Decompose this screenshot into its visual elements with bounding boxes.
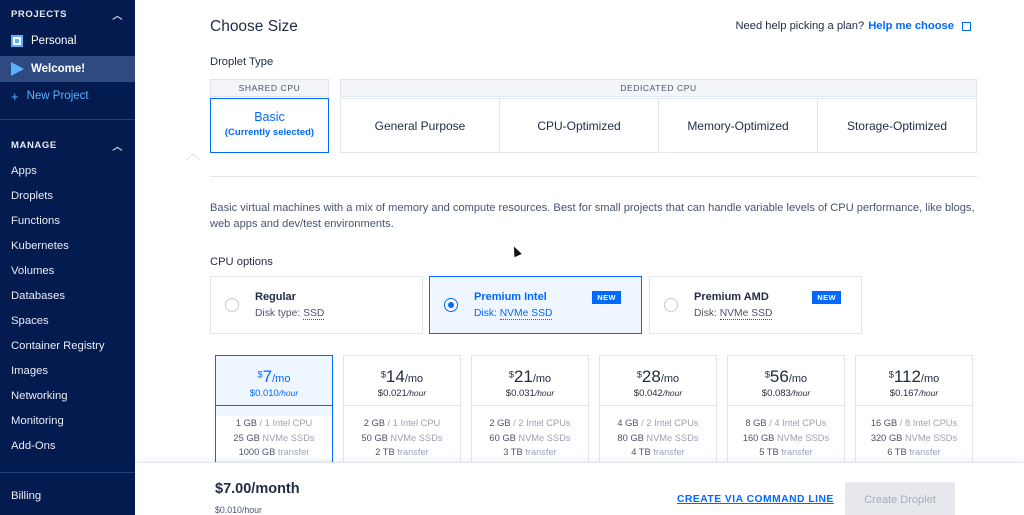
plan-hourly: $0.031/hour bbox=[505, 388, 555, 399]
type-general-purpose[interactable]: General Purpose bbox=[340, 98, 500, 153]
plan-hourly: $0.010/hour bbox=[249, 388, 299, 399]
plan-hourly: $0.083/hour bbox=[761, 388, 811, 399]
plan-specs: 2 GB / 1 Intel CPU 50 GB NVMe SSDs 2 TB tr… bbox=[361, 418, 443, 458]
project-square-icon bbox=[11, 35, 23, 47]
plan-specs: 2 GB / 2 Intel CPUs 60 GB NVMe SSDs 3 TB t… bbox=[489, 418, 571, 458]
droplet-type-heading: Droplet Type bbox=[210, 56, 274, 68]
plus-icon: + bbox=[11, 88, 19, 104]
sidebar-item-databases[interactable]: Databases bbox=[11, 290, 65, 302]
sidebar-item-droplets[interactable]: Droplets bbox=[11, 190, 53, 202]
sidebar-item-networking[interactable]: Networking bbox=[11, 390, 68, 402]
projects-heading[interactable]: PROJECTS ︿ bbox=[0, 7, 135, 22]
sidebar-item-images[interactable]: Images bbox=[11, 365, 48, 377]
plan-price: $14/mo bbox=[380, 367, 424, 386]
plan-card[interactable]: $28/mo $0.042/hour 4 GB / 2 Intel CPUs 80 G… bbox=[599, 355, 717, 465]
type-storage-optimized[interactable]: Storage-Optimized bbox=[817, 98, 977, 153]
main-content: Choose Size Need help picking a plan? He… bbox=[135, 0, 1024, 515]
plan-card[interactable]: $112/mo $0.167/hour 16 GB / 8 Intel CPUs 32… bbox=[855, 355, 973, 465]
chevron-up-icon: ︿ bbox=[112, 11, 123, 22]
help-me-choose-link[interactable]: Help me choose bbox=[868, 20, 954, 32]
sidebar-divider bbox=[0, 119, 135, 120]
mouse-cursor-icon bbox=[510, 244, 522, 258]
plan-price: $56/mo bbox=[764, 367, 808, 386]
chevron-up-icon: ︿ bbox=[112, 142, 123, 153]
radio-button[interactable] bbox=[225, 298, 239, 312]
sidebar-item-container-registry[interactable]: Container Registry bbox=[11, 340, 105, 352]
plan-price: $28/mo bbox=[636, 367, 680, 386]
project-welcome[interactable]: Welcome! bbox=[0, 56, 135, 82]
new-badge: NEW bbox=[592, 291, 621, 304]
project-personal[interactable]: Personal bbox=[0, 28, 135, 54]
plan-divider bbox=[472, 405, 588, 406]
sidebar-divider bbox=[0, 472, 135, 473]
plan-divider bbox=[216, 405, 332, 406]
plan-divider bbox=[856, 405, 972, 406]
new-project-link[interactable]: + New Project bbox=[0, 83, 135, 109]
dedicated-cpu-label: DEDICATED CPU bbox=[340, 79, 977, 97]
footer-bar: $7.00/month $0.010/hour CREATE VIA COMMA… bbox=[135, 462, 1024, 515]
plan-specs: 4 GB / 2 Intel CPUs 80 GB NVMe SSDs 4 TB t… bbox=[617, 418, 699, 458]
plan-card[interactable]: $7/mo $0.010/hour 1 GB / 1 Intel CPU 25 GB … bbox=[215, 355, 333, 465]
sidebar: PROJECTS ︿ Personal Welcome! + New Proje… bbox=[0, 0, 135, 515]
plan-hourly: $0.042/hour bbox=[633, 388, 683, 399]
sidebar-item-add-ons[interactable]: Add-Ons bbox=[11, 440, 56, 452]
total-hourly: $0.010/hour bbox=[215, 505, 262, 515]
cpu-option-premium-amd[interactable]: Premium AMD Disk: NVMe SSD NEW bbox=[649, 276, 862, 334]
sidebar-item-spaces[interactable]: Spaces bbox=[11, 315, 49, 327]
plan-price: $7/mo bbox=[257, 367, 291, 386]
section-divider bbox=[210, 176, 977, 177]
plan-specs: 8 GB / 4 Intel CPUs 160 GB NVMe SSDs 5 TB … bbox=[742, 418, 830, 458]
plan-divider bbox=[344, 405, 460, 406]
new-badge: NEW bbox=[812, 291, 841, 304]
manage-heading[interactable]: MANAGE ︿ bbox=[0, 138, 135, 153]
shared-cpu-group: SHARED CPU Basic (Currently selected) bbox=[210, 79, 329, 154]
radio-button[interactable] bbox=[664, 298, 678, 312]
create-via-command-line-link[interactable]: CREATE VIA COMMAND LINE bbox=[677, 494, 834, 505]
cpu-option-regular[interactable]: Regular Disk type: SSD bbox=[210, 276, 423, 334]
radio-button-selected[interactable] bbox=[444, 298, 458, 312]
selection-notch bbox=[185, 152, 201, 168]
plan-specs: 1 GB / 1 Intel CPU 25 GB NVMe SSDs 1000 GB… bbox=[216, 416, 332, 460]
sidebar-item-monitoring[interactable]: Monitoring bbox=[11, 415, 64, 427]
external-link-icon bbox=[962, 21, 971, 31]
sidebar-item-functions[interactable]: Functions bbox=[11, 215, 60, 227]
plan-card[interactable]: $21/mo $0.031/hour 2 GB / 2 Intel CPUs 60 G… bbox=[471, 355, 589, 465]
sidebar-item-kubernetes[interactable]: Kubernetes bbox=[11, 240, 69, 252]
type-cpu-optimized[interactable]: CPU-Optimized bbox=[499, 98, 659, 153]
plan-card[interactable]: $56/mo $0.083/hour 8 GB / 4 Intel CPUs 160 … bbox=[727, 355, 845, 465]
plan-card[interactable]: $14/mo $0.021/hour 2 GB / 1 Intel CPU 50 GB… bbox=[343, 355, 461, 465]
total-price: $7.00/month bbox=[215, 481, 300, 497]
plan-divider bbox=[600, 405, 716, 406]
help-text: Need help picking a plan? Help me choose bbox=[735, 20, 971, 32]
cpu-option-premium-intel[interactable]: Premium Intel Disk: NVMe SSD NEW bbox=[429, 276, 642, 334]
play-icon bbox=[11, 62, 24, 76]
plan-specs: 16 GB / 8 Intel CPUs 320 GB NVMe SSDs 6 TB… bbox=[870, 418, 958, 458]
sidebar-item-volumes[interactable]: Volumes bbox=[11, 265, 54, 277]
create-droplet-button[interactable]: Create Droplet bbox=[845, 482, 955, 515]
plan-price: $112/mo bbox=[888, 367, 940, 386]
sidebar-item-apps[interactable]: Apps bbox=[11, 165, 37, 177]
dedicated-cpu-group: DEDICATED CPU General Purpose CPU-Optimi… bbox=[340, 79, 977, 154]
plan-hourly: $0.167/hour bbox=[889, 388, 939, 399]
type-memory-optimized[interactable]: Memory-Optimized bbox=[658, 98, 818, 153]
basic-type-card[interactable]: Basic (Currently selected) bbox=[210, 98, 329, 153]
shared-cpu-label: SHARED CPU bbox=[210, 79, 329, 97]
page-title: Choose Size bbox=[210, 18, 298, 35]
sidebar-item-billing[interactable]: Billing bbox=[11, 490, 41, 502]
plan-hourly: $0.021/hour bbox=[377, 388, 427, 399]
cpu-options-heading: CPU options bbox=[210, 256, 273, 268]
plan-description: Basic virtual machines with a mix of mem… bbox=[210, 202, 975, 230]
plan-price: $21/mo bbox=[508, 367, 552, 386]
plan-divider bbox=[728, 405, 844, 406]
